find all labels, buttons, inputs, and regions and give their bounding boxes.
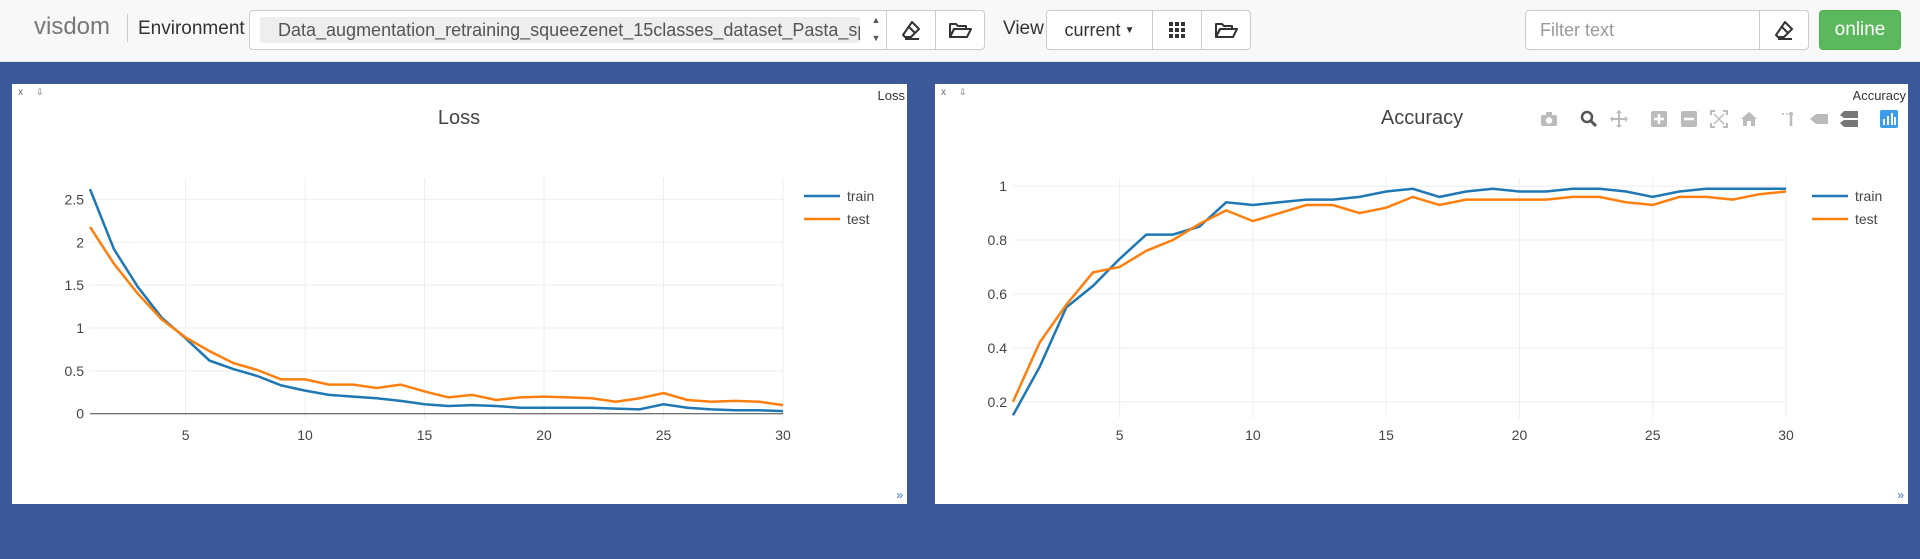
series-line-train[interactable]: [88, 188, 784, 413]
x-tick-label: 15: [1378, 427, 1394, 443]
environment-chip[interactable]: Data_augmentation_retraining_squeezenet_…: [260, 17, 860, 43]
x-tick-label: 25: [656, 427, 672, 443]
environment-spinner[interactable]: ▲ ▼: [866, 11, 886, 49]
y-tick-label: 0.4: [988, 340, 1008, 356]
x-tick-label: 25: [1645, 427, 1661, 443]
environment-value: Data_augmentation_retraining_squeezenet_…: [278, 20, 860, 40]
app-logo[interactable]: visdom: [34, 13, 110, 41]
series-line-test[interactable]: [88, 226, 784, 407]
accuracy-chart[interactable]: Accuracy 5 10 15 20 25 30 0.2 0.4 0.6 0.8 1 train tes…: [935, 84, 1908, 504]
x-tick-label: 10: [1245, 427, 1261, 443]
navbar-divider: [127, 14, 128, 42]
resize-handle-icon[interactable]: »: [1897, 488, 1904, 502]
series-line-train[interactable]: [1011, 187, 1786, 416]
spike-lines-icon[interactable]: [1777, 108, 1801, 130]
caret-down-icon[interactable]: ▼: [866, 29, 886, 47]
plotly-logo-icon[interactable]: [1877, 108, 1901, 130]
eraser-icon: [1775, 21, 1793, 40]
resize-handle-icon[interactable]: »: [896, 488, 903, 502]
x-tick-label: 20: [536, 427, 552, 443]
y-tick-label: 0.2: [988, 394, 1008, 410]
view-select[interactable]: current ▼: [1046, 10, 1153, 50]
repack-layout-button[interactable]: [1152, 10, 1202, 50]
x-tick-label: 5: [182, 427, 190, 443]
x-tick-label: 5: [1116, 427, 1124, 443]
view-label: View: [1003, 18, 1044, 39]
plot-modebar: [1537, 108, 1907, 130]
connection-status-button[interactable]: online: [1819, 10, 1901, 50]
accuracy-pane[interactable]: x ⇩ Accuracy Accuracy 5 10 15 20 25 30 0.2 0.4 0.…: [935, 84, 1908, 504]
y-tick-label: 0.6: [988, 286, 1008, 302]
zoom-in-icon[interactable]: [1647, 108, 1671, 130]
y-tick-label: 2: [76, 234, 84, 250]
zoom-out-icon[interactable]: [1677, 108, 1701, 130]
eraser-icon: [902, 21, 920, 40]
hover-closest-icon[interactable]: [1807, 108, 1831, 130]
filter-input[interactable]: [1525, 10, 1760, 50]
legend-label[interactable]: test: [1855, 211, 1878, 227]
zoom-icon[interactable]: [1577, 108, 1601, 130]
manage-views-button[interactable]: [1201, 10, 1251, 50]
x-tick-label: 15: [417, 427, 433, 443]
home-icon[interactable]: [1737, 108, 1761, 130]
y-tick-label: 1: [76, 320, 84, 336]
clear-environment-button[interactable]: [886, 10, 936, 50]
y-tick-label: 0.8: [988, 232, 1008, 248]
x-tick-label: 20: [1512, 427, 1528, 443]
y-tick-label: 0: [76, 406, 84, 422]
x-tick-label: 30: [775, 427, 791, 443]
caret-down-icon: ▼: [1124, 24, 1135, 36]
pan-icon[interactable]: [1607, 108, 1631, 130]
folder-open-icon: [1215, 23, 1238, 38]
environment-label: Environment: [138, 18, 245, 39]
legend-label[interactable]: train: [1855, 188, 1882, 204]
legend-label[interactable]: test: [847, 211, 870, 227]
y-tick-label: 0.5: [65, 363, 85, 379]
loss-chart[interactable]: Loss 5 10 15 20 25 30 0 0.5 1 1.5 2 2.5 train test: [12, 84, 907, 504]
x-tick-label: 30: [1778, 427, 1794, 443]
hover-compare-icon[interactable]: [1837, 108, 1861, 130]
chart-title: Accuracy: [1381, 107, 1463, 129]
y-tick-label: 2.5: [65, 191, 85, 207]
loss-pane[interactable]: x ⇩ Loss Loss 5 10 15 20 25 30 0 0.5 1 1.5 2 2.5 trai…: [12, 84, 907, 504]
environment-select[interactable]: Data_augmentation_retraining_squeezenet_…: [249, 10, 887, 50]
autoscale-icon[interactable]: [1707, 108, 1731, 130]
navbar: visdom Environment Data_augmentation_ret…: [0, 0, 1920, 62]
folder-open-icon: [949, 23, 972, 38]
x-tick-label: 10: [297, 427, 313, 443]
grid-icon: [1169, 22, 1185, 38]
y-tick-label: 1.5: [65, 277, 85, 293]
caret-up-icon[interactable]: ▲: [866, 11, 886, 29]
chart-title: Loss: [438, 107, 480, 129]
view-value: current: [1064, 19, 1121, 40]
manage-environments-button[interactable]: [935, 10, 985, 50]
y-tick-label: 1: [999, 178, 1007, 194]
series-line-test[interactable]: [1011, 190, 1787, 403]
camera-icon[interactable]: [1537, 108, 1561, 130]
clear-filter-button[interactable]: [1759, 10, 1809, 50]
legend-label[interactable]: train: [847, 188, 874, 204]
